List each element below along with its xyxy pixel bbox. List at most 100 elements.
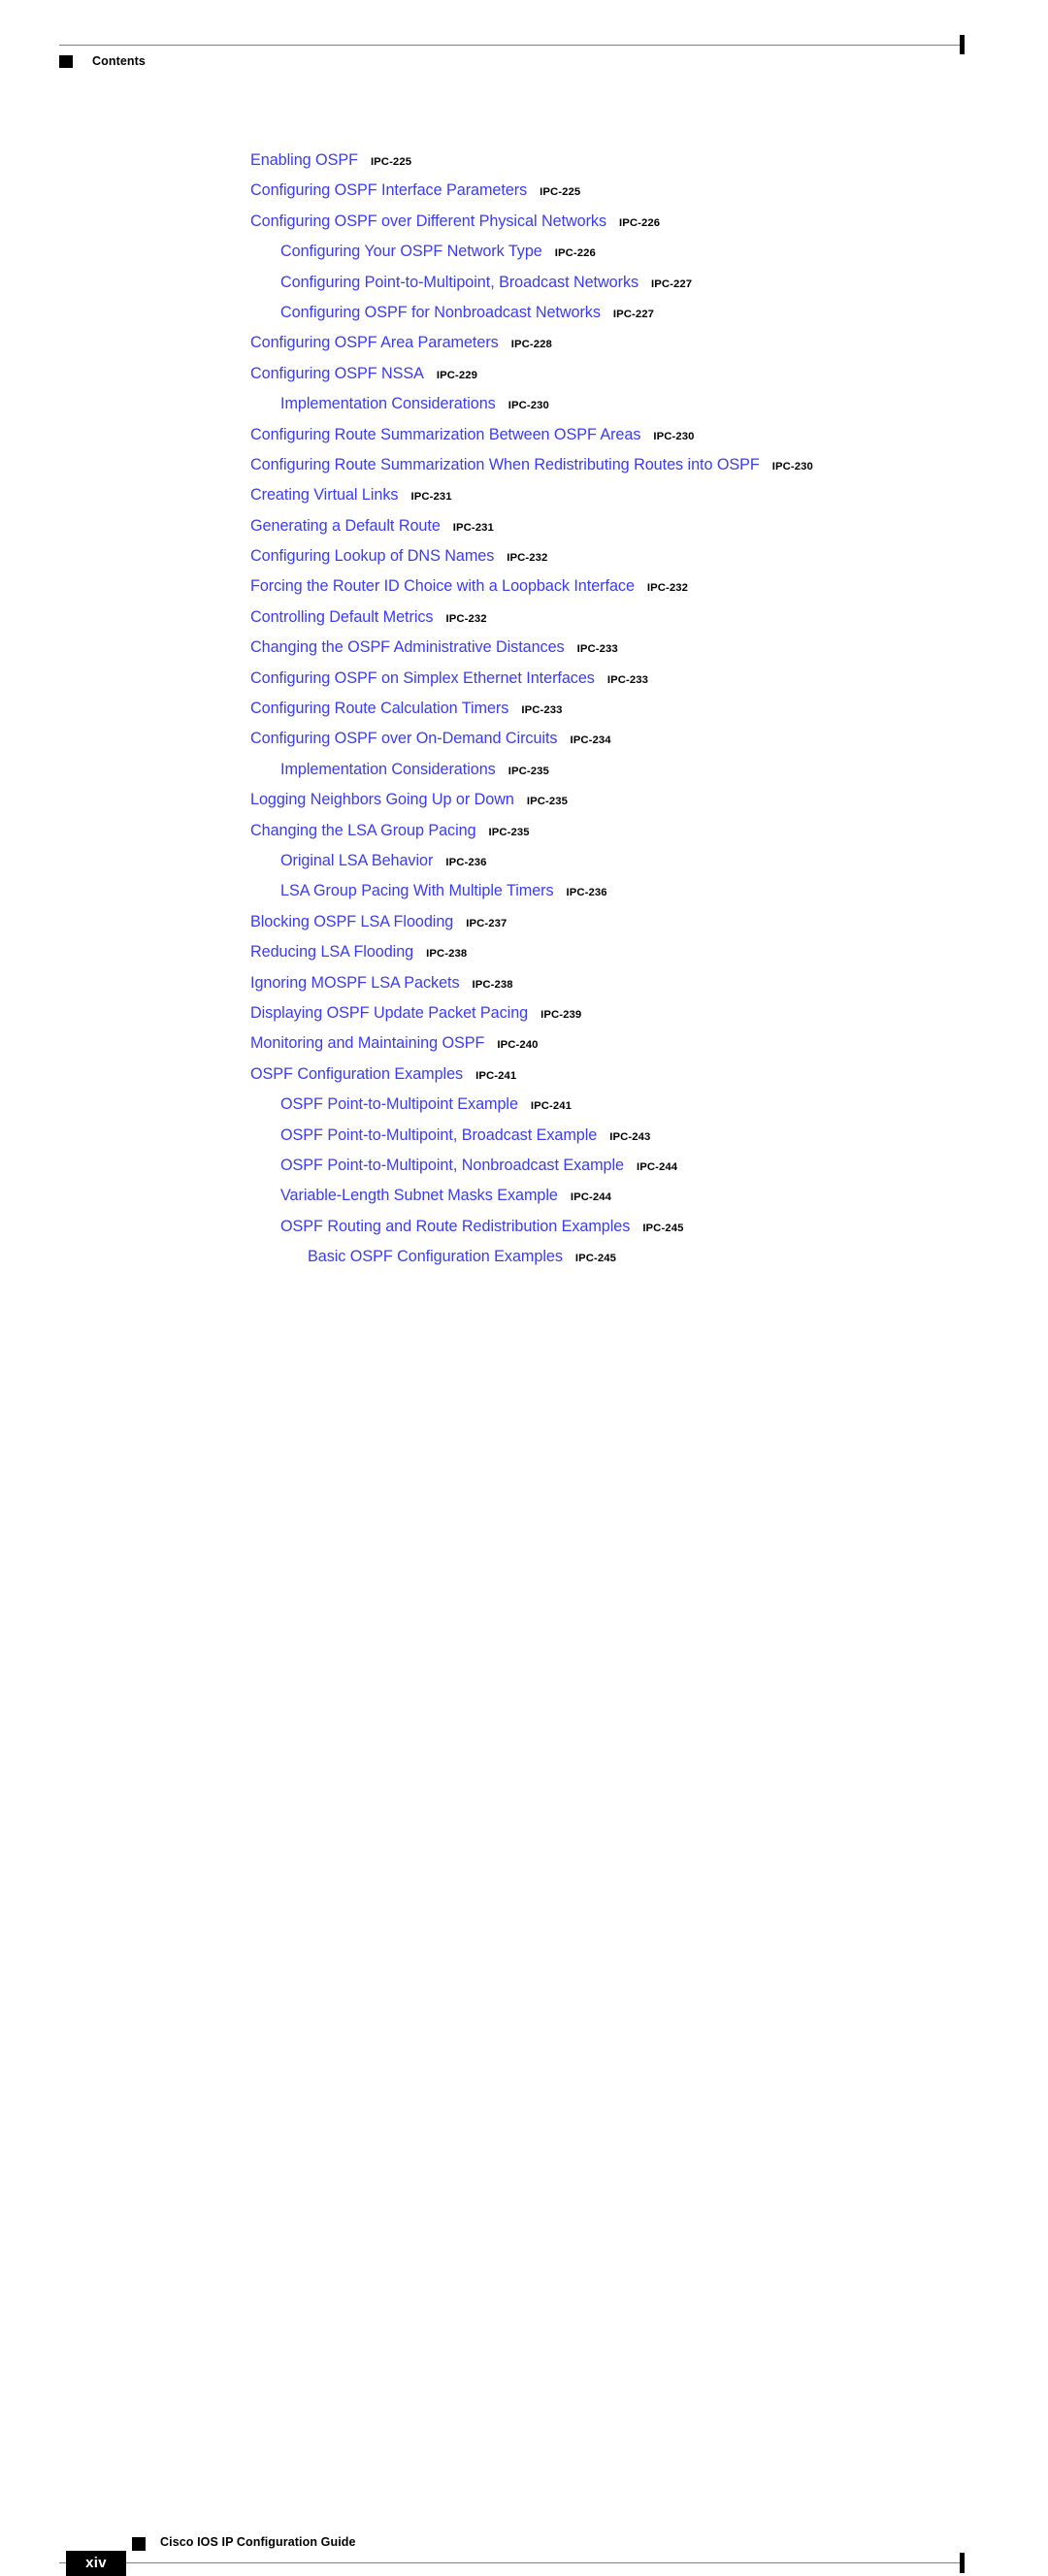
toc-entry[interactable]: Reducing LSA Flooding IPC-238: [0, 937, 1048, 967]
toc-entry[interactable]: Original LSA Behavior IPC-236: [0, 846, 1048, 876]
toc-entry-title[interactable]: Configuring OSPF for Nonbroadcast Networ…: [280, 304, 601, 321]
toc-entry-title[interactable]: Configuring OSPF over Different Physical…: [250, 212, 606, 230]
toc-entry[interactable]: Configuring Point-to-Multipoint, Broadca…: [0, 268, 1048, 298]
header-bullet-square-icon: [59, 55, 73, 68]
toc-entry-page: IPC-225: [370, 156, 412, 168]
toc-entry-page: IPC-233: [576, 643, 618, 656]
toc-entry-title[interactable]: Enabling OSPF: [250, 151, 358, 169]
toc-entry[interactable]: Logging Neighbors Going Up or Down IPC-23…: [0, 785, 1048, 815]
toc-entry[interactable]: OSPF Configuration Examples IPC-241: [0, 1060, 1048, 1090]
toc-entry-page: IPC-238: [472, 978, 513, 991]
page-header: Contents: [0, 0, 1048, 87]
footer-bullet-square-icon: [132, 2537, 146, 2551]
toc-entry-page: IPC-235: [508, 765, 549, 777]
toc-entry-title[interactable]: Configuring OSPF Area Parameters: [250, 334, 499, 351]
toc-entry-page: IPC-226: [554, 247, 596, 260]
toc-entry[interactable]: Enabling OSPF IPC-225: [0, 146, 1048, 176]
toc-entry[interactable]: OSPF Point-to-Multipoint, Nonbroadcast E…: [0, 1151, 1048, 1181]
toc-entry-page: IPC-241: [530, 1100, 573, 1113]
toc-entry-title[interactable]: Forcing the Router ID Choice with a Loop…: [250, 577, 635, 595]
toc-entry-title[interactable]: OSPF Point-to-Multipoint, Nonbroadcast E…: [280, 1157, 624, 1174]
toc-entry-title[interactable]: Ignoring MOSPF LSA Packets: [250, 974, 460, 992]
toc-entry[interactable]: Configuring OSPF over On-Demand Circuits…: [0, 724, 1048, 754]
toc-entry-page: IPC-227: [651, 277, 693, 290]
toc-entry[interactable]: Configuring Your OSPF Network Type IPC-22…: [0, 237, 1048, 267]
toc-entry[interactable]: Blocking OSPF LSA Flooding IPC-237: [0, 907, 1048, 937]
toc-entry[interactable]: OSPF Point-to-Multipoint Example IPC-241: [0, 1090, 1048, 1120]
toc-entry-title[interactable]: OSPF Routing and Route Redistribution Ex…: [280, 1218, 630, 1235]
toc-entry-title[interactable]: Configuring Route Summarization When Red…: [250, 456, 760, 473]
toc-entry-title[interactable]: OSPF Configuration Examples: [250, 1065, 463, 1083]
toc-entry-title[interactable]: Configuring Route Calculation Timers: [250, 700, 508, 717]
toc-entry-title[interactable]: Monitoring and Maintaining OSPF: [250, 1034, 484, 1052]
toc-entry-title[interactable]: Configuring OSPF NSSA: [250, 365, 424, 382]
toc-entry[interactable]: Configuring OSPF for Nonbroadcast Networ…: [0, 298, 1048, 328]
toc-entry-title[interactable]: Implementation Considerations: [280, 761, 496, 778]
toc-entry[interactable]: Configuring Route Calculation Timers IPC-…: [0, 694, 1048, 724]
toc-entry[interactable]: Implementation Considerations IPC-235: [0, 755, 1048, 785]
toc-entry[interactable]: Configuring OSPF on Simplex Ethernet Int…: [0, 664, 1048, 694]
toc-entry-page: IPC-236: [566, 887, 607, 899]
toc-entry[interactable]: Variable-Length Subnet Masks Example IPC-…: [0, 1181, 1048, 1211]
toc-entry-title[interactable]: Controlling Default Metrics: [250, 608, 434, 626]
toc-entry-title[interactable]: Configuring OSPF on Simplex Ethernet Int…: [250, 669, 595, 687]
toc-entry-title[interactable]: Configuring Point-to-Multipoint, Broadca…: [280, 274, 639, 291]
toc-entry-page: IPC-231: [452, 521, 494, 534]
toc-entry[interactable]: Configuring Route Summarization Between …: [0, 420, 1048, 450]
toc-entry-title[interactable]: Configuring Route Summarization Between …: [250, 426, 640, 443]
toc-entry[interactable]: Configuring OSPF NSSA IPC-229: [0, 359, 1048, 389]
document-title: Cisco IOS IP Configuration Guide: [160, 2535, 356, 2549]
toc-entry[interactable]: OSPF Routing and Route Redistribution Ex…: [0, 1212, 1048, 1242]
page-number-badge: xiv: [66, 2551, 126, 2576]
toc-entry[interactable]: Generating a Default Route IPC-231: [0, 511, 1048, 541]
toc-entry[interactable]: OSPF Point-to-Multipoint, Broadcast Exam…: [0, 1121, 1048, 1151]
toc-entry-title[interactable]: LSA Group Pacing With Multiple Timers: [280, 882, 554, 899]
toc-entry[interactable]: Configuring Route Summarization When Red…: [0, 450, 1048, 480]
toc-entry-title[interactable]: Changing the LSA Group Pacing: [250, 822, 476, 839]
toc-entry-page: IPC-236: [445, 856, 487, 868]
toc-entry-page: IPC-230: [771, 460, 813, 473]
toc-entry[interactable]: Changing the OSPF Administrative Distanc…: [0, 633, 1048, 663]
toc-entry[interactable]: Configuring Lookup of DNS Names IPC-232: [0, 541, 1048, 571]
toc-entry[interactable]: Controlling Default Metrics IPC-232: [0, 603, 1048, 633]
toc-entry-page: IPC-232: [646, 582, 689, 595]
toc-entry-title[interactable]: Variable-Length Subnet Masks Example: [280, 1187, 558, 1204]
toc-entry-page: IPC-244: [636, 1160, 678, 1173]
toc-entry-title[interactable]: Configuring OSPF over On-Demand Circuits: [250, 730, 558, 747]
toc-entry-title[interactable]: Implementation Considerations: [280, 395, 496, 412]
toc-entry-title[interactable]: Changing the OSPF Administrative Distanc…: [250, 638, 565, 656]
toc-entry[interactable]: Implementation Considerations IPC-230: [0, 389, 1048, 419]
toc-entry[interactable]: Ignoring MOSPF LSA Packets IPC-238: [0, 968, 1048, 998]
toc-entry-page: IPC-241: [475, 1069, 517, 1082]
toc-entry-page: IPC-229: [436, 369, 478, 381]
toc-entry[interactable]: Configuring OSPF Area Parameters IPC-228: [0, 328, 1048, 358]
toc-entry-title[interactable]: OSPF Point-to-Multipoint, Broadcast Exam…: [280, 1126, 597, 1144]
toc-entry[interactable]: Forcing the Router ID Choice with a Loop…: [0, 571, 1048, 602]
toc-entry-title[interactable]: Blocking OSPF LSA Flooding: [250, 913, 453, 930]
toc-entry[interactable]: Configuring OSPF Interface Parameters IPC…: [0, 176, 1048, 206]
toc-entry[interactable]: Configuring OSPF over Different Physical…: [0, 207, 1048, 237]
footer-rule: [59, 2562, 964, 2563]
toc-entry[interactable]: Creating Virtual Links IPC-231: [0, 480, 1048, 510]
toc-entry-title[interactable]: Configuring Your OSPF Network Type: [280, 243, 542, 260]
toc-entry-title[interactable]: Configuring OSPF Interface Parameters: [250, 181, 527, 199]
toc-entry[interactable]: Displaying OSPF Update Packet Pacing IPC-…: [0, 998, 1048, 1028]
toc-entry-title[interactable]: Logging Neighbors Going Up or Down: [250, 791, 514, 808]
page-number-text: xiv: [85, 2555, 107, 2571]
toc-entry-title[interactable]: Original LSA Behavior: [280, 852, 433, 869]
toc-entry-title[interactable]: Reducing LSA Flooding: [250, 943, 413, 961]
toc-entry[interactable]: Monitoring and Maintaining OSPF IPC-240: [0, 1028, 1048, 1059]
toc-entry-page: IPC-237: [466, 917, 508, 929]
toc-entry-title[interactable]: Configuring Lookup of DNS Names: [250, 547, 494, 565]
page-title: Contents: [92, 54, 146, 68]
header-end-marker: [960, 35, 965, 54]
toc-entry-title[interactable]: Creating Virtual Links: [250, 486, 399, 504]
toc-entry[interactable]: Changing the LSA Group Pacing IPC-235: [0, 816, 1048, 846]
toc-entry[interactable]: LSA Group Pacing With Multiple Timers IPC…: [0, 876, 1048, 906]
toc-entry-title[interactable]: OSPF Point-to-Multipoint Example: [280, 1095, 518, 1113]
toc-entry-title[interactable]: Generating a Default Route: [250, 517, 441, 535]
toc-entry-title[interactable]: Displaying OSPF Update Packet Pacing: [250, 1004, 528, 1022]
toc-entry-page: IPC-233: [606, 673, 649, 686]
toc-entry-page: IPC-238: [426, 948, 468, 961]
toc-entry-page: IPC-232: [445, 612, 487, 625]
